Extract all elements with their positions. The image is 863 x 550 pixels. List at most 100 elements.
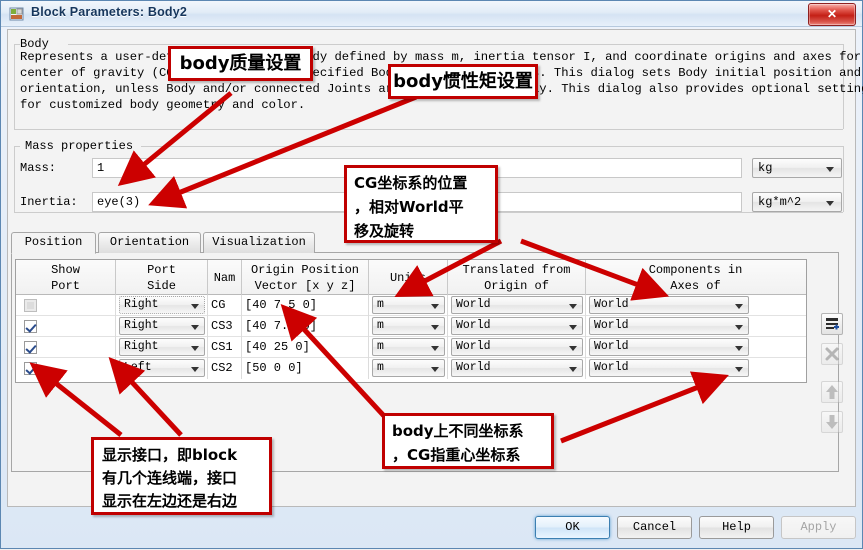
annotation-inertia-note: body惯性矩设置: [388, 64, 538, 99]
translated-from-combo[interactable]: World: [451, 359, 583, 377]
annotation-mass-line-1: body质量设置: [179, 53, 302, 74]
table-row: Right CS1 [40 25 0] m World World: [16, 337, 806, 358]
table-row: Right CG [40 7.5 0] m World World: [16, 295, 806, 316]
chevron-down-icon: [826, 201, 834, 206]
tab-position[interactable]: Position: [11, 232, 96, 254]
cell-components-in: World: [586, 316, 805, 337]
annotation-coordsys-line-2: ，CG指重心坐标系: [392, 446, 521, 464]
show-port-checkbox[interactable]: [24, 320, 37, 333]
cell-translated-from: World: [448, 295, 586, 316]
cell-origin-position[interactable]: [40 7.5 0]: [242, 316, 369, 337]
cell-name[interactable]: CS2: [208, 358, 242, 379]
body-coordinate-systems-table: Show Port Port Side Nam Origin Position …: [15, 259, 807, 383]
cell-units: m: [369, 295, 448, 316]
cell-port-side: Left: [116, 358, 208, 379]
cell-name[interactable]: CG: [208, 295, 242, 316]
units-value: m: [377, 319, 384, 332]
table-row: Left CS2 [50 0 0] m World World: [16, 358, 806, 379]
cell-origin-position[interactable]: [40 7.5 0]: [242, 295, 369, 316]
port-side-combo[interactable]: Right: [119, 317, 205, 335]
translated-from-value: World: [456, 361, 491, 374]
mass-group-divider-right: [141, 146, 843, 147]
units-combo[interactable]: m: [372, 338, 445, 356]
components-in-value: World: [594, 319, 629, 332]
annotation-cg-note: CG坐标系的位置 ，相对World平 移及旋转: [344, 165, 498, 243]
annotation-cg-line-3: 移及旋转: [354, 222, 415, 240]
description-heading: Body: [20, 37, 49, 51]
components-in-combo[interactable]: World: [589, 296, 749, 314]
annotation-cg-line-2: ，相对World平: [354, 198, 464, 216]
cell-components-in: World: [586, 358, 805, 379]
chevron-down-icon: [826, 167, 834, 172]
cell-origin-position[interactable]: [50 0 0]: [242, 358, 369, 379]
port-side-combo[interactable]: Right: [119, 296, 205, 314]
close-button[interactable]: ✕: [808, 3, 856, 26]
chevron-down-icon: [569, 346, 577, 351]
translated-from-value: World: [456, 340, 491, 353]
tab-orientation[interactable]: Orientation: [98, 232, 201, 253]
table-row: Right CS3 [40 7.5 0] m World World: [16, 316, 806, 337]
components-in-combo[interactable]: World: [589, 359, 749, 377]
mass-unit-value: kg: [758, 161, 773, 175]
column-header-name: Nam: [208, 260, 242, 295]
show-port-checkbox[interactable]: [24, 341, 37, 354]
units-value: m: [377, 298, 384, 311]
components-in-combo[interactable]: World: [589, 338, 749, 356]
mass-properties-title: Mass properties: [22, 139, 137, 153]
translated-from-combo[interactable]: World: [451, 338, 583, 356]
chevron-down-icon: [191, 304, 199, 309]
move-down-button[interactable]: [821, 411, 843, 433]
move-up-icon: [822, 385, 842, 406]
translated-from-value: World: [456, 319, 491, 332]
components-in-value: World: [594, 361, 629, 374]
chevron-down-icon: [735, 325, 743, 330]
units-combo[interactable]: m: [372, 296, 445, 314]
show-port-checkbox[interactable]: [24, 362, 37, 375]
cell-show-port: [16, 358, 116, 379]
chevron-down-icon: [735, 304, 743, 309]
translated-from-combo[interactable]: World: [451, 317, 583, 335]
delete-row-button[interactable]: [821, 343, 843, 365]
cell-port-side: Right: [116, 337, 208, 358]
translated-from-combo[interactable]: World: [451, 296, 583, 314]
tab-visualization[interactable]: Visualization: [203, 232, 315, 253]
help-button[interactable]: Help: [699, 516, 774, 539]
annotation-showport-line-2: 有几个连线端，接口: [102, 469, 238, 487]
move-down-icon: [822, 415, 842, 436]
table-header-row: Show Port Port Side Nam Origin Position …: [16, 260, 806, 295]
cell-components-in: World: [586, 295, 805, 316]
annotation-mass-note: body质量设置: [168, 46, 313, 81]
apply-button[interactable]: Apply: [781, 516, 856, 539]
units-combo[interactable]: m: [372, 317, 445, 335]
annotation-coordsys-line-1: body上不同坐标系: [392, 422, 524, 440]
add-row-icon: [822, 318, 842, 338]
column-header-components-in: Components in Axes of: [648, 263, 743, 293]
port-side-value: Right: [124, 298, 159, 311]
port-side-value: Left: [124, 361, 152, 374]
units-value: m: [377, 361, 384, 374]
units-combo[interactable]: m: [372, 359, 445, 377]
components-in-combo[interactable]: World: [589, 317, 749, 335]
mass-unit-combo[interactable]: kg: [752, 158, 842, 178]
components-in-value: World: [594, 298, 629, 311]
tab-orientation-label: Orientation: [109, 235, 190, 249]
cell-translated-from: World: [448, 358, 586, 379]
move-up-button[interactable]: [821, 381, 843, 403]
title-bar: Block Parameters: Body2 ✕: [1, 1, 862, 27]
annotation-showport-line-3: 显示在左边还是右边: [102, 492, 238, 510]
delete-row-icon: [822, 347, 842, 368]
cell-name[interactable]: CS1: [208, 337, 242, 358]
cancel-button[interactable]: Cancel: [617, 516, 692, 539]
cell-origin-position[interactable]: [40 25 0]: [242, 337, 369, 358]
mass-group-border-right: [843, 146, 844, 212]
inertia-unit-combo[interactable]: kg*m^2: [752, 192, 842, 212]
cell-name[interactable]: CS3: [208, 316, 242, 337]
description-border-left: [14, 44, 15, 129]
add-row-button[interactable]: [821, 313, 843, 335]
chevron-down-icon: [569, 325, 577, 330]
port-side-combo[interactable]: Left: [119, 359, 205, 377]
show-port-checkbox[interactable]: [24, 299, 37, 312]
port-side-combo[interactable]: Right: [119, 338, 205, 356]
ok-button[interactable]: OK: [535, 516, 610, 539]
mass-label: Mass:: [20, 161, 57, 175]
